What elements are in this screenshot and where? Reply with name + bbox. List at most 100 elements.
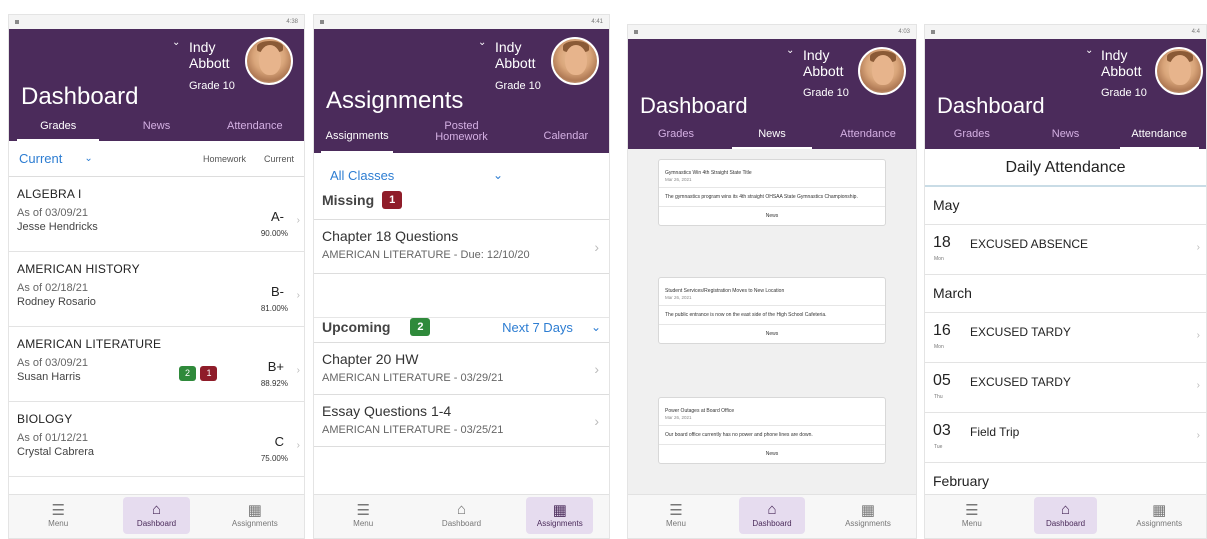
tab-calendar[interactable]: Calendar: [523, 119, 609, 153]
attendance-row[interactable]: 18 Mon EXCUSED ABSENCE ›: [925, 225, 1206, 275]
notification-icon: [15, 20, 19, 24]
notification-icon: [634, 30, 638, 34]
news-footer[interactable]: News: [659, 444, 885, 463]
assignment-row[interactable]: Chapter 18 Questions AMERICAN LITERATURE…: [314, 220, 609, 274]
news-footer[interactable]: News: [659, 324, 885, 343]
news-card[interactable]: Power Outages at Board Office Mar 26, 20…: [658, 397, 886, 464]
course-row[interactable]: AMERICAN LITERATURE As of 03/09/21 Susan…: [9, 327, 304, 402]
nav-menu[interactable]: ☰ Menu: [314, 495, 412, 538]
nav-menu[interactable]: ☰ Menu: [628, 495, 724, 538]
attendance-row[interactable]: 16 Mon EXCUSED TARDY ›: [925, 313, 1206, 363]
course-row[interactable]: AMERICAN HISTORY As of 02/18/21 Rodney R…: [9, 252, 304, 327]
status-bar: 4:03: [628, 25, 916, 39]
news-body: The public entrance is now on the east s…: [659, 305, 885, 324]
user-first-name: Indy: [1101, 47, 1128, 63]
user-first-name: Indy: [189, 39, 216, 55]
course-row[interactable]: ALGEBRA I As of 03/09/21 Jesse Hendricks…: [9, 177, 304, 252]
tab-grades[interactable]: Grades: [9, 115, 107, 141]
bottom-nav: ☰ Menu ⌂ Dashboard ▦ Assignments: [9, 494, 304, 538]
tab-attendance[interactable]: Attendance: [1112, 123, 1206, 149]
nav-label: Dashboard: [441, 519, 482, 528]
class-filter[interactable]: All Classes ⌄: [314, 161, 609, 189]
news-date: Mar 26, 2021: [665, 415, 692, 420]
hamburger-icon: ☰: [51, 502, 65, 519]
assignment-row[interactable]: Essay Questions 1-4 AMERICAN LITERATURE …: [314, 395, 609, 447]
upcoming-range-select[interactable]: Next 7 Days: [502, 320, 573, 335]
nav-dashboard[interactable]: ⌂ Dashboard: [412, 495, 510, 538]
chevron-down-icon[interactable]: ⌄: [591, 320, 601, 334]
chevron-down-icon[interactable]: ⌄: [1085, 45, 1093, 56]
term-select[interactable]: Current: [19, 151, 62, 166]
nav-assignments[interactable]: ▦ Assignments: [820, 495, 916, 538]
nav-dashboard[interactable]: ⌂ Dashboard: [1019, 495, 1113, 538]
news-title: Power Outages at Board Office: [665, 408, 735, 414]
homework-badges[interactable]: 2 1: [179, 363, 218, 381]
grade-percent: 90.00%: [260, 229, 288, 238]
nav-assignments[interactable]: ▦ Assignments: [511, 495, 609, 538]
bottom-nav: ☰ Menu ⌂ Dashboard ▦ Assignments: [628, 494, 916, 538]
nav-assignments[interactable]: ▦ Assignments: [1112, 495, 1206, 538]
bottom-nav: ☰ Menu ⌂ Dashboard ▦ Assignments: [314, 494, 609, 538]
nav-menu[interactable]: ☰ Menu: [9, 495, 107, 538]
app-header: Dashboard ⌄ Indy Abbott Grade 10 Grades N…: [9, 29, 304, 141]
nav-menu[interactable]: ☰ Menu: [925, 495, 1019, 538]
tab-posted-homework[interactable]: Posted Homework: [400, 119, 522, 153]
app-header: Dashboard ⌄ Indy Abbott Grade 10 Grades N…: [628, 39, 916, 149]
attendance-code: Field Trip: [970, 425, 1020, 439]
chevron-right-icon: ›: [1196, 242, 1200, 253]
home-icon: ⌂: [456, 501, 467, 518]
tab-grades[interactable]: Grades: [925, 123, 1019, 149]
nav-dashboard[interactable]: ⌂ Dashboard: [107, 495, 205, 538]
assignment-subtitle: AMERICAN LITERATURE - 03/25/21: [322, 424, 504, 436]
tab-bar: Grades News Attendance: [925, 123, 1206, 149]
chevron-down-icon[interactable]: ⌄: [786, 45, 794, 56]
avatar[interactable]: [551, 37, 599, 85]
avatar[interactable]: [245, 37, 293, 85]
nav-label: Dashboard: [1045, 519, 1086, 528]
user-name[interactable]: Indy Abbott: [1101, 47, 1141, 79]
screen-assignments: 4:41 Assignments ⌄ Indy Abbott Grade 10 A…: [313, 14, 610, 539]
course-row[interactable]: BIOLOGY As of 01/12/21 Crystal Cabrera C…: [9, 402, 304, 477]
assignment-row[interactable]: Chapter 20 HW AMERICAN LITERATURE - 03/2…: [314, 343, 609, 395]
news-card[interactable]: Gymnastics Win 4th Straight State Title …: [658, 159, 886, 226]
screen-dashboard-grades: 4:38 Dashboard ⌄ Indy Abbott Grade 10 Gra…: [8, 14, 305, 539]
tab-news[interactable]: News: [107, 115, 205, 141]
nav-label: Assignments: [231, 519, 278, 528]
status-time: 4:41: [591, 19, 603, 25]
news-feed: Gymnastics Win 4th Straight State Title …: [628, 149, 916, 494]
tab-attendance[interactable]: Attendance: [206, 115, 304, 141]
avatar[interactable]: [1155, 47, 1203, 95]
grade-percent: 75.00%: [260, 454, 288, 463]
user-name[interactable]: Indy Abbott: [803, 47, 843, 79]
chevron-right-icon: ›: [296, 365, 300, 376]
screen-dashboard-attendance: 4:4 Dashboard ⌄ Indy Abbott Grade 10 Grad…: [924, 24, 1207, 539]
notification-icon: [931, 30, 935, 34]
nav-label: Menu: [665, 519, 686, 528]
user-last-name: Abbott: [495, 55, 536, 71]
nav-assignments[interactable]: ▦ Assignments: [206, 495, 304, 538]
nav-label: Assignments: [1136, 519, 1183, 528]
tab-grades[interactable]: Grades: [628, 123, 724, 149]
chevron-down-icon[interactable]: ⌄: [478, 37, 486, 48]
column-current: Current: [263, 153, 294, 164]
avatar[interactable]: [858, 47, 906, 95]
letter-grade: B-: [271, 284, 284, 299]
assignment-subtitle: AMERICAN LITERATURE - Due: 12/10/20: [322, 249, 530, 261]
nav-dashboard[interactable]: ⌂ Dashboard: [724, 495, 820, 538]
attendance-row[interactable]: 05 Thu EXCUSED TARDY ›: [925, 363, 1206, 413]
tab-news[interactable]: News: [1019, 123, 1113, 149]
user-name[interactable]: Indy Abbott: [189, 39, 229, 71]
course-as-of: As of 01/12/21: [17, 432, 88, 444]
news-card[interactable]: Student Services/Registration Moves to N…: [658, 277, 886, 344]
chevron-down-icon[interactable]: ⌄: [172, 37, 180, 48]
news-footer[interactable]: News: [659, 206, 885, 225]
upcoming-label: Upcoming: [322, 319, 391, 335]
attendance-row[interactable]: 03 Tue Field Trip ›: [925, 413, 1206, 463]
course-name: ALGEBRA I: [17, 187, 82, 201]
tab-attendance[interactable]: Attendance: [820, 123, 916, 149]
user-name[interactable]: Indy Abbott: [495, 39, 535, 71]
chevron-down-icon[interactable]: ⌄: [84, 153, 92, 164]
tab-assignments[interactable]: Assignments: [314, 119, 400, 153]
tab-news[interactable]: News: [724, 123, 820, 149]
user-grade: Grade 10: [803, 87, 849, 99]
